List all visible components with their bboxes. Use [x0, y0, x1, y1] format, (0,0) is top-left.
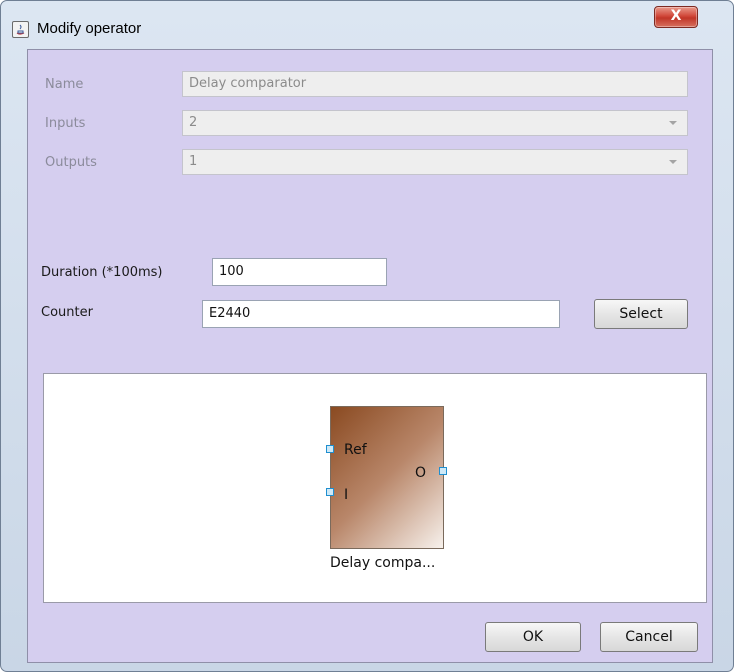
close-icon: X	[670, 8, 682, 24]
title-bar[interactable]: Modify operator X	[1, 1, 733, 45]
outputs-value: 1	[189, 154, 198, 169]
cancel-button[interactable]: Cancel	[600, 622, 698, 652]
counter-input[interactable]: E2440	[202, 300, 560, 328]
chevron-down-icon	[669, 121, 677, 125]
output-port[interactable]	[439, 467, 447, 475]
ok-button[interactable]: OK	[485, 622, 581, 652]
counter-value: E2440	[209, 306, 251, 321]
operator-preview: Ref I O Delay compa...	[43, 373, 707, 603]
operator-block[interactable]: Ref I O	[330, 406, 444, 549]
inputs-select[interactable]: 2	[182, 110, 688, 136]
duration-label: Duration (*100ms)	[41, 265, 163, 280]
chevron-down-icon	[669, 160, 677, 164]
output-o-label: O	[415, 465, 427, 481]
input-i-label: I	[344, 487, 349, 503]
modify-operator-dialog: Modify operator X Name Delay comparator …	[0, 0, 734, 672]
duration-value: 100	[219, 264, 244, 279]
duration-input[interactable]: 100	[212, 258, 387, 286]
name-field[interactable]: Delay comparator	[182, 71, 688, 97]
ref-port[interactable]	[326, 445, 334, 453]
select-button[interactable]: Select	[594, 299, 688, 329]
operator-caption: Delay compa...	[330, 555, 436, 571]
outputs-select[interactable]: 1	[182, 149, 688, 175]
java-icon	[12, 21, 29, 38]
inputs-value: 2	[189, 115, 198, 130]
close-button[interactable]: X	[654, 6, 698, 28]
counter-label: Counter	[41, 305, 93, 320]
window-title: Modify operator	[37, 20, 142, 37]
name-value: Delay comparator	[189, 76, 307, 91]
dialog-content: Name Delay comparator Inputs 2 Outputs 1…	[27, 49, 713, 663]
ref-label: Ref	[344, 442, 367, 458]
inputs-label: Inputs	[45, 116, 86, 131]
outputs-label: Outputs	[45, 155, 97, 170]
name-label: Name	[45, 77, 84, 92]
input-port[interactable]	[326, 488, 334, 496]
